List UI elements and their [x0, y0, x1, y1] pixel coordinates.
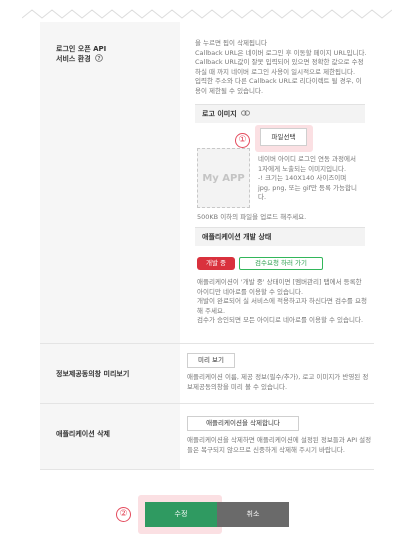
divider [40, 343, 374, 344]
page: 로그인 오픈 API 서비스 환경 ? 을 누르면 됩이 삭제됩니다 Callb… [0, 0, 420, 560]
delete-desc: 애플리케이션을 삭제하면 애플리케이션에 설정된 정보들과 API 설정 들은 … [187, 436, 372, 454]
delete-label: 애플리케이션 삭제 [56, 430, 110, 438]
preview-button[interactable]: 미리 보기 [187, 353, 235, 368]
svg-text:?: ? [97, 56, 100, 62]
callback-label-line1: 로그인 오픈 API [56, 45, 107, 53]
callback-desc: 을 누르면 됩이 삭제됩니다 Callback URL은 네이버 로그인 후 이… [195, 39, 367, 95]
link-icon [241, 110, 250, 116]
submit-button[interactable]: 수정 [145, 502, 217, 527]
status-badge: 개발 중 [197, 257, 235, 270]
app-settings-card: 로그인 오픈 API 서비스 환경 ? 을 누르면 됩이 삭제됩니다 Callb… [40, 22, 374, 470]
status-desc: 애플리케이션이 '개발 중' 상태이면 [멤버관리] 탭에서 등록한 아이디만 … [197, 278, 367, 324]
logo-placeholder: My APP [197, 148, 250, 208]
logo-section-title: 로고 이미지 [195, 104, 365, 123]
status-section-title: 애플리케이션 개발 상태 [195, 227, 365, 246]
delete-app-button[interactable]: 애플리케이션을 삭제합니다 [187, 416, 299, 431]
cancel-button[interactable]: 취소 [217, 502, 289, 527]
preview-desc: 애플리케이션 이름, 제공 정보(필수/추가), 로고 이미지가 반영된 정 보… [187, 373, 369, 391]
marker-one: ① [235, 133, 250, 148]
callback-label-line2: 서비스 환경 ? [56, 54, 106, 64]
marker-two: ② [116, 507, 131, 522]
divider [40, 469, 374, 470]
question-circle-icon[interactable]: ? [95, 54, 103, 62]
preview-label: 정보제공동의창 미리보기 [56, 370, 130, 378]
logo-size-note: 500KB 이하의 파일을 업로드 해주세요. [197, 213, 307, 221]
logo-desc: 네이버 아이디 로그인 연동 과정에서 1자에게 노출되는 이미지입니다. -!… [258, 155, 357, 201]
divider [40, 403, 374, 404]
callback-label: 로그인 오픈 API 서비스 환경 ? [56, 44, 106, 64]
file-select-button[interactable]: 파일선택 [260, 128, 307, 146]
review-request-button[interactable]: 검수요청 하러 가기 [239, 257, 323, 270]
